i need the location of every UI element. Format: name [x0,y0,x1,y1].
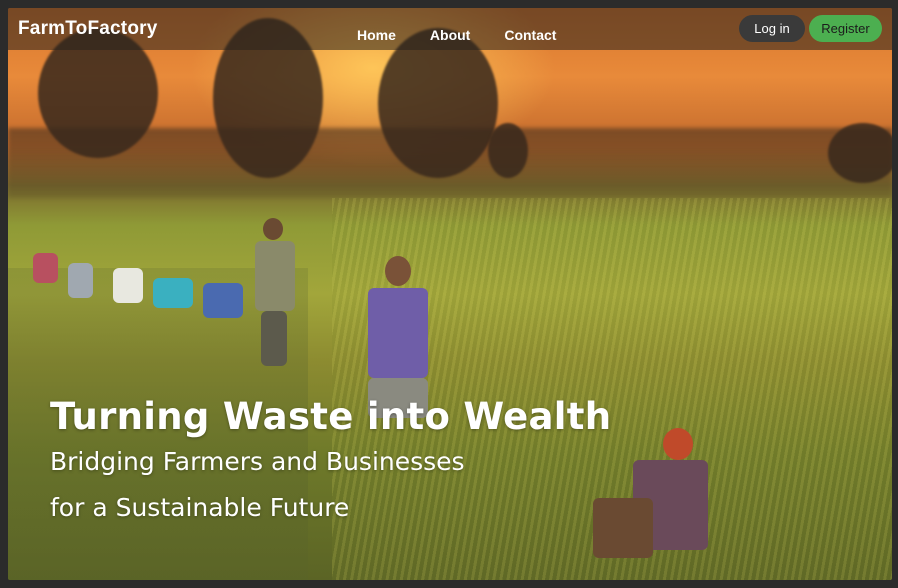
hero-subtitle-line-2: for a Sustainable Future [50,493,350,522]
hero-subtitle-line-1: Bridging Farmers and Businesses [50,447,465,476]
tree-silhouette [378,28,498,178]
register-button[interactable]: Register [809,15,882,42]
farmer-figure [253,213,298,373]
nav-link-about[interactable]: About [430,27,470,43]
top-navbar: FarmToFactory Home About Contact Log in … [8,8,892,50]
hero-section: FarmToFactory Home About Contact Log in … [8,8,892,580]
brand-logo[interactable]: FarmToFactory [18,18,158,40]
nav-link-contact[interactable]: Contact [504,27,556,43]
tree-silhouette [488,123,528,178]
nav-links: Home About Contact [357,27,590,43]
tree-silhouette [828,123,892,183]
login-button[interactable]: Log in [739,15,805,42]
hero-text-block: Turning Waste into Wealth Bridging Farme… [50,395,611,530]
farmer-group [28,243,248,323]
hero-title: Turning Waste into Wealth [50,395,612,438]
nav-link-home[interactable]: Home [357,27,396,43]
